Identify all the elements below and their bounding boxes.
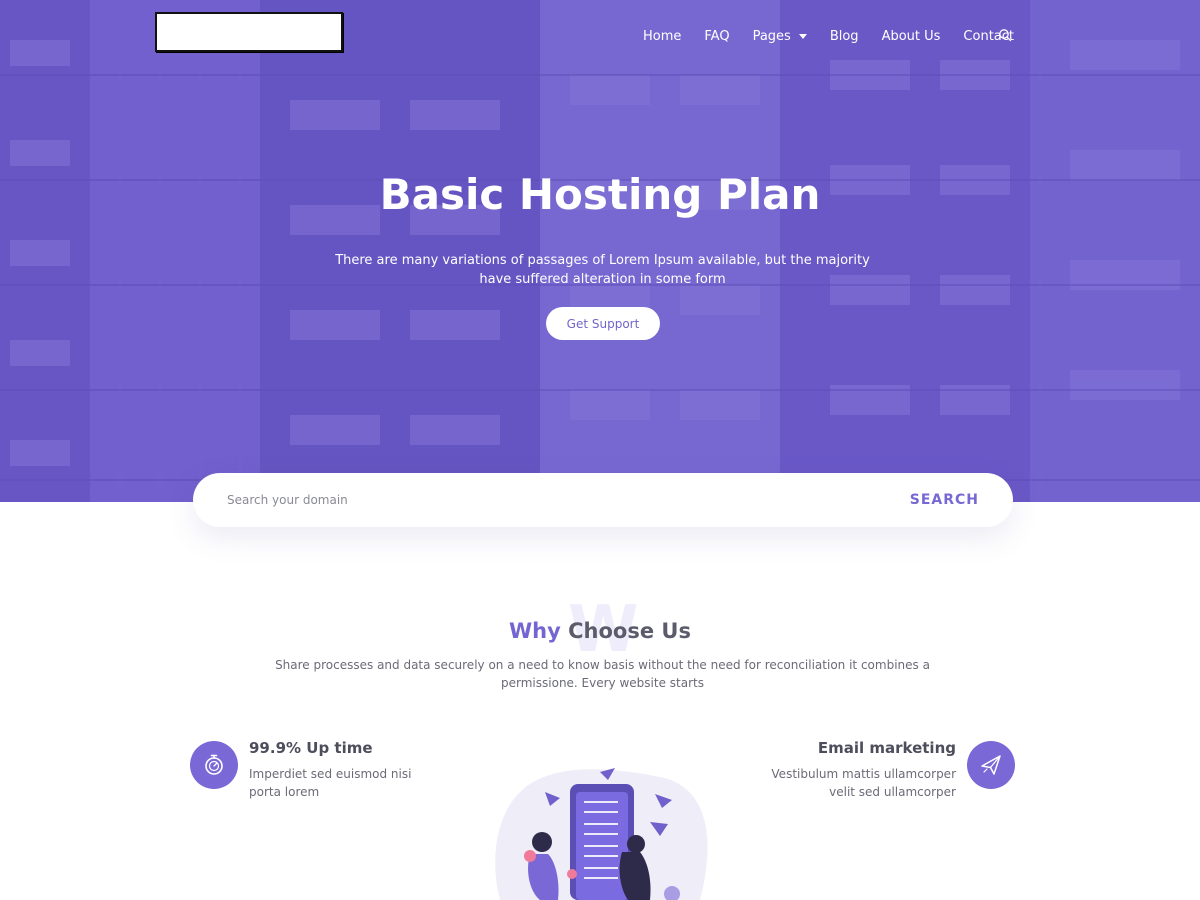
stopwatch-icon	[190, 741, 238, 789]
domain-search-button[interactable]: SEARCH	[910, 490, 979, 510]
nav-home[interactable]: Home	[643, 29, 681, 44]
section-title-rest: Choose Us	[560, 619, 691, 643]
nav-pages[interactable]: Pages	[753, 29, 807, 44]
section-title: Why Choose Us	[0, 619, 1200, 643]
hero-subtitle: There are many variations of passages of…	[335, 253, 870, 287]
domain-search-bar: SEARCH	[193, 473, 1013, 527]
domain-search-input[interactable]	[227, 490, 827, 510]
section-title-accent: Why	[509, 619, 561, 643]
nav-pages-label: Pages	[752, 28, 791, 44]
site-logo[interactable]	[155, 12, 343, 52]
nav-about-us[interactable]: About Us	[882, 29, 941, 44]
paper-plane-icon	[967, 741, 1015, 789]
hero-section: Home FAQ Pages Blog About Us Contact Bas…	[0, 0, 1200, 502]
hero-title: Basic Hosting Plan	[379, 170, 821, 219]
feature-email-desc: Vestibulum mattis ullamcorper velit sed …	[771, 767, 956, 799]
search-icon[interactable]	[998, 28, 1012, 42]
main-nav: Home FAQ Pages Blog About Us Contact	[643, 26, 1014, 46]
section-description: Share processes and data securely on a n…	[275, 658, 930, 690]
nav-blog[interactable]: Blog	[830, 29, 859, 44]
server-illustration	[495, 768, 708, 900]
feature-email-title: Email marketing	[817, 739, 956, 757]
feature-uptime-title: 99.9% Up time	[249, 739, 373, 757]
chevron-down-icon	[798, 33, 807, 39]
nav-faq[interactable]: FAQ	[704, 29, 729, 44]
get-support-button[interactable]: Get Support	[546, 307, 660, 340]
feature-uptime-desc: Imperdiet sed euismod nisi porta lorem	[249, 767, 412, 799]
